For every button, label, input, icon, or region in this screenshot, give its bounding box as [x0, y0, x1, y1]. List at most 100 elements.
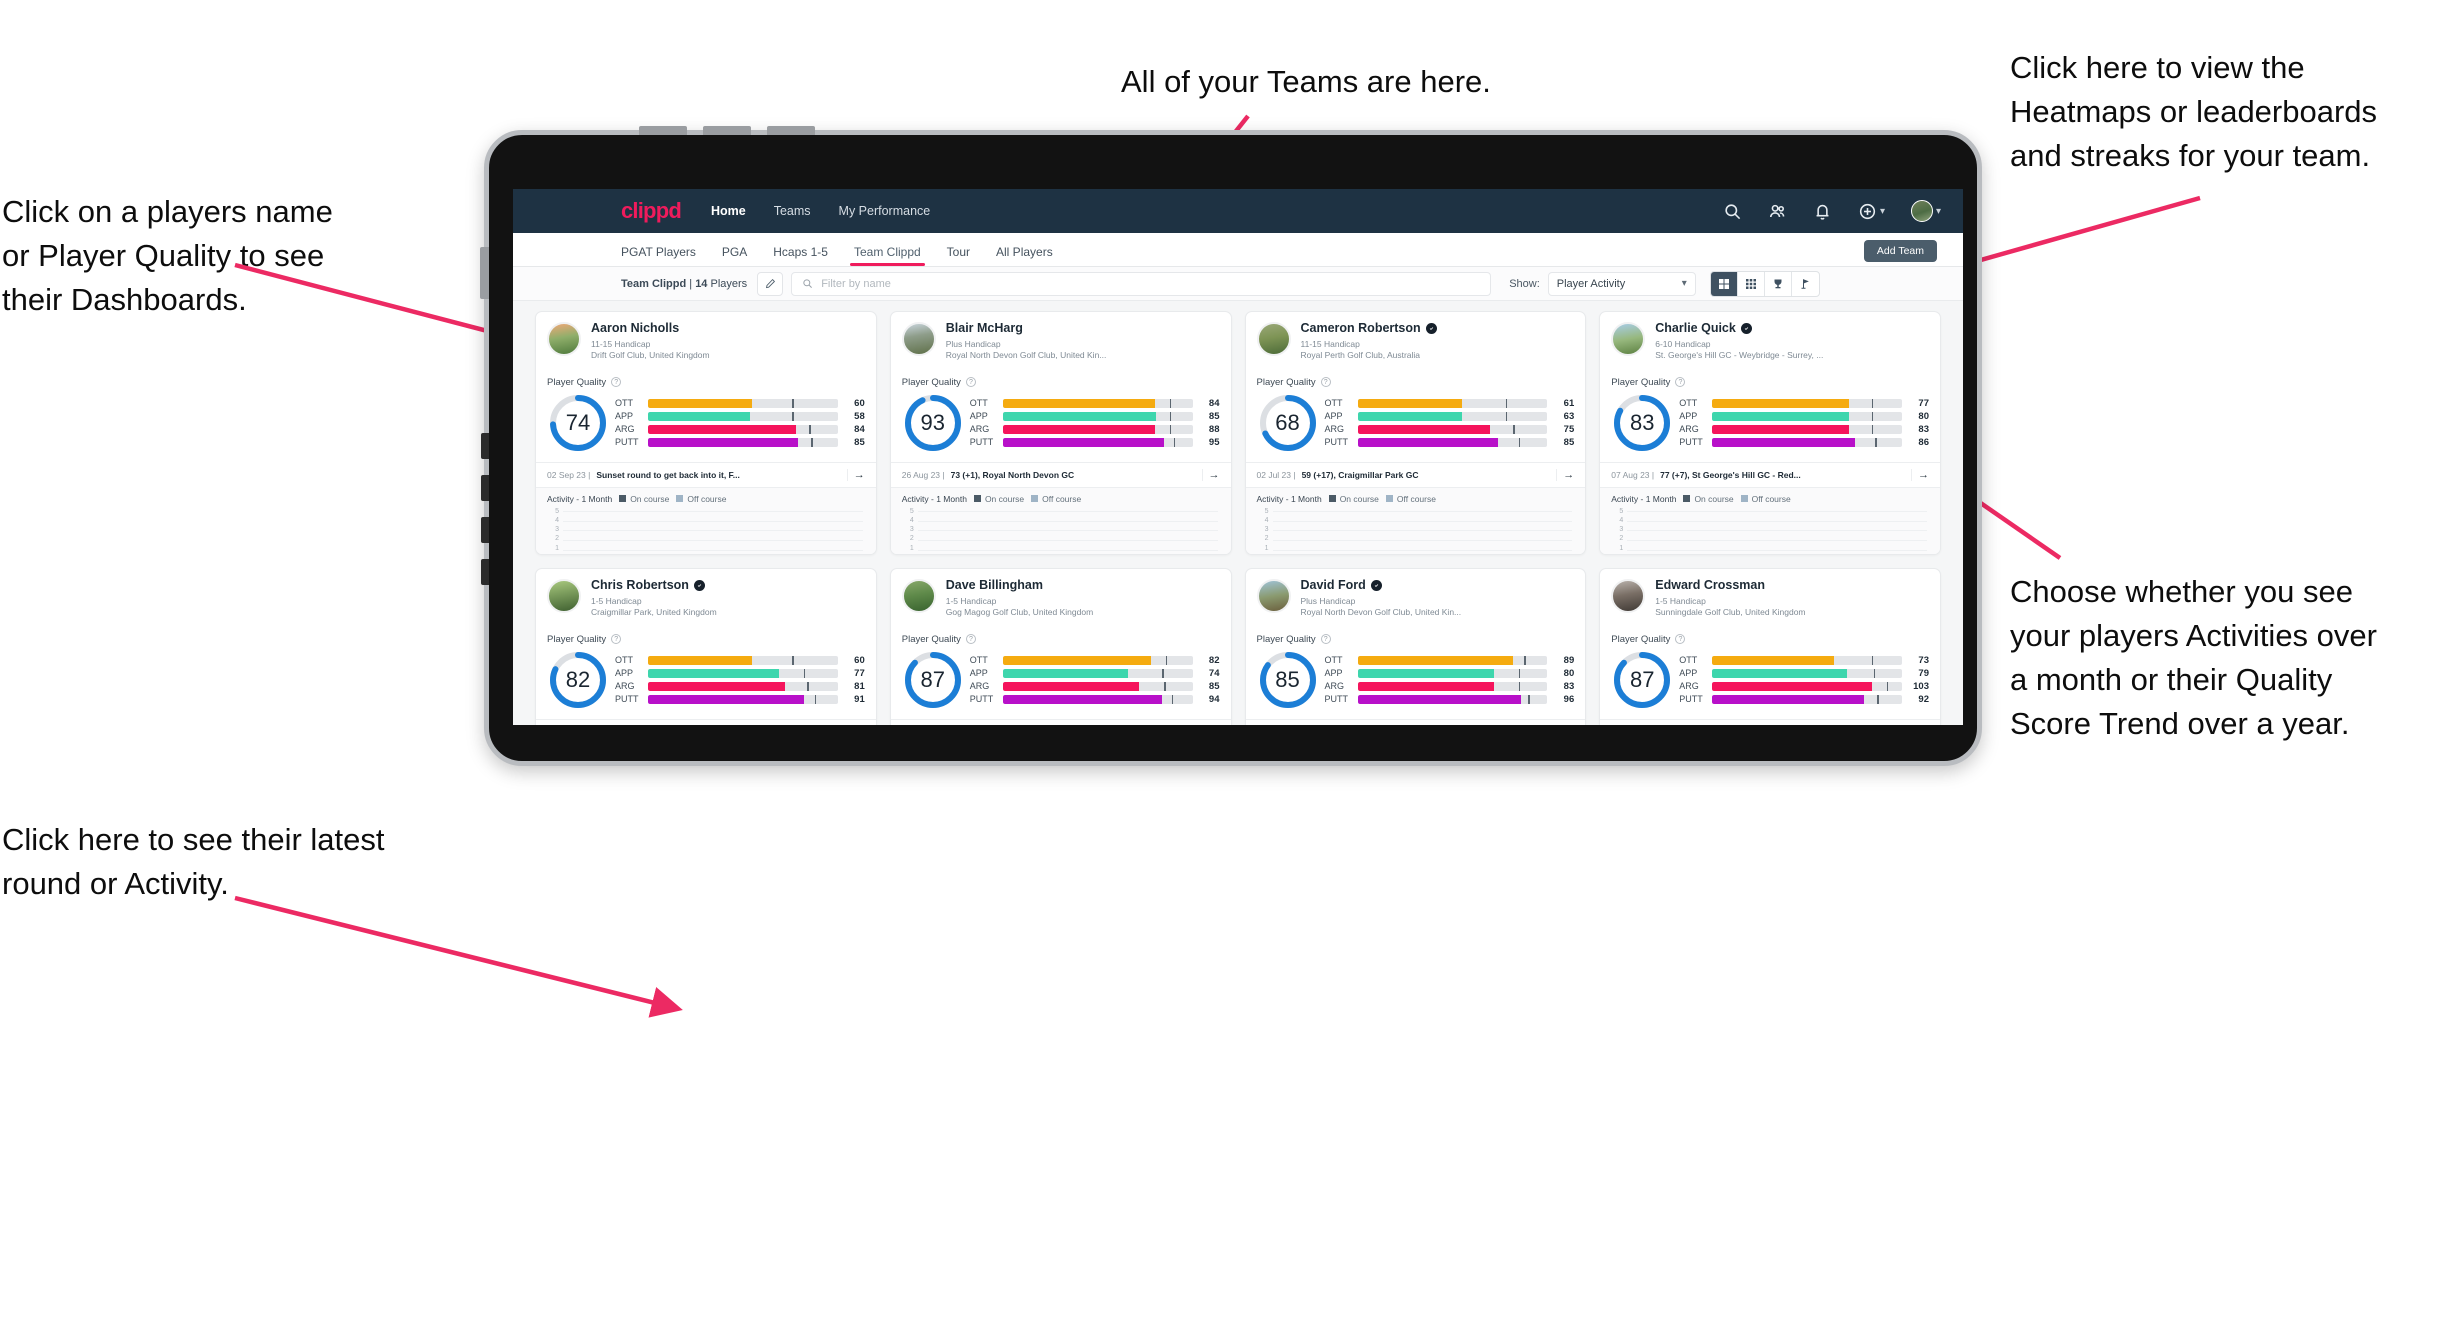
latest-round-row[interactable]: 18 Jul 23 |74 (+4), Sunningdale GC - Old…	[1600, 718, 1940, 725]
add-team-button[interactable]: Add Team	[1863, 240, 1937, 262]
player-name-row[interactable]: Blair McHarg	[946, 321, 1107, 336]
people-icon[interactable]	[1768, 202, 1787, 221]
nav-link-my-performance[interactable]: My Performance	[839, 204, 931, 218]
arrow-right-icon[interactable]: →	[846, 468, 865, 481]
edit-team-button[interactable]	[757, 271, 784, 296]
question-mark-icon[interactable]: ?	[1320, 634, 1331, 645]
avatar[interactable]	[1611, 579, 1646, 613]
avatar[interactable]	[1910, 200, 1933, 222]
player-name[interactable]: Cameron Robertson	[1301, 321, 1421, 336]
latest-round-row[interactable]: 26 Aug 23 |84 (+12), Royal North Devon G…	[1245, 718, 1586, 725]
player-name[interactable]: Aaron Nicholls	[591, 321, 679, 336]
player-card-header[interactable]: Blair McHarg Plus Handicap Royal North Dev…	[891, 312, 1231, 370]
view-mode-grid-small[interactable]	[1738, 271, 1765, 296]
tab-pgat-players[interactable]: PGAT Players	[621, 245, 696, 266]
avatar[interactable]	[1256, 579, 1291, 613]
nav-link-teams[interactable]: Teams	[774, 204, 811, 218]
player-name-row[interactable]: Dave Billingham	[946, 578, 1093, 593]
question-mark-icon[interactable]: ?	[1675, 634, 1686, 645]
player-quality-section[interactable]: Player Quality? 85 OTT 89 APP 80 ARG 83 PUTT 96	[1246, 627, 1586, 719]
player-name-row[interactable]: Aaron Nicholls	[591, 321, 710, 336]
player-card[interactable]: Edward Crossman 1-5 Handicap Sunningdale G…	[1599, 568, 1941, 725]
metric-value: 60	[854, 397, 865, 409]
avatar[interactable]	[547, 322, 581, 356]
chevron-down-icon: ▾	[1935, 205, 1941, 217]
avatar[interactable]	[547, 579, 581, 613]
player-card-header[interactable]: Edward Crossman 1-5 Handicap Sunningdale G…	[1600, 569, 1940, 627]
player-card[interactable]: Charlie Quick 6-10 Handicap St. George's H…	[1599, 311, 1941, 555]
player-name-row[interactable]: Charlie Quick	[1655, 321, 1823, 336]
player-card[interactable]: Chris Robertson 1-5 Handicap Craigmillar P…	[535, 568, 877, 725]
activity-section: Activity - 1 Month On course Off course 5 4 3…	[890, 486, 1231, 554]
player-name-row[interactable]: David Ford	[1301, 578, 1462, 593]
player-quality-section[interactable]: Player Quality? 74 OTT 60 APP 58 ARG 84 PUTT 85	[536, 370, 876, 462]
player-card[interactable]: Aaron Nicholls 11-15 Handicap Drift Golf C…	[535, 311, 877, 555]
player-card[interactable]: Dave Billingham 1-5 Handicap Gog Magog Gol…	[889, 568, 1232, 725]
player-quality-section[interactable]: Player Quality? 87 OTT 82 APP 74 ARG 85 PUTT 94	[891, 627, 1231, 719]
nav-link-home[interactable]: Home	[711, 204, 746, 218]
latest-round-row[interactable]: 02 Jul 23 | 59 (+17), Craigmillar Park GC…	[1245, 461, 1586, 487]
question-mark-icon[interactable]: ?	[965, 377, 976, 388]
view-mode-grid-large[interactable]	[1710, 271, 1738, 296]
clippd-logo[interactable]: clippd	[621, 198, 682, 224]
latest-round-row[interactable]: 07 Aug 23 | 77 (+7), St George's Hill GC …	[1600, 461, 1940, 487]
add-menu[interactable]: ▾	[1858, 202, 1885, 221]
search-input[interactable]: Filter by name	[791, 271, 1492, 296]
player-name-row[interactable]: Cameron Robertson	[1301, 321, 1437, 336]
metric-bar	[1357, 668, 1548, 678]
arrow-right-icon[interactable]: →	[1911, 468, 1929, 481]
arrow-right-icon[interactable]: →	[1556, 468, 1574, 481]
player-name[interactable]: David Ford	[1301, 578, 1366, 593]
player-quality-section[interactable]: Player Quality? 93 OTT 84 APP 85 ARG 88 PUTT 95	[891, 370, 1231, 462]
player-quality-section[interactable]: Player Quality? 82 OTT 60 APP 77 ARG 81 PUTT 91	[536, 627, 876, 719]
latest-round-row[interactable]: 05 Mar 23 |19, Must make putting→	[536, 718, 876, 725]
tab-tour[interactable]: Tour	[947, 245, 970, 266]
avatar[interactable]	[1256, 322, 1291, 356]
player-card-header[interactable]: David Ford Plus Handicap Royal North Devon…	[1246, 569, 1586, 627]
plus-circle-icon[interactable]	[1858, 202, 1877, 221]
player-name[interactable]: Chris Robertson	[591, 578, 689, 593]
player-name[interactable]: Blair McHarg	[946, 321, 1023, 336]
team-summary-label: Team Clippd | 14 Players	[621, 278, 747, 290]
player-card-header[interactable]: Dave Billingham 1-5 Handicap Gog Magog Gol…	[891, 569, 1231, 627]
metric-label: PUTT	[969, 694, 994, 705]
player-name-row[interactable]: Chris Robertson	[591, 578, 717, 593]
latest-round-row[interactable]: 02 Sep 23 | Sunset round to get back into…	[536, 461, 876, 487]
player-name[interactable]: Edward Crossman	[1655, 578, 1765, 593]
avatar[interactable]	[901, 322, 936, 356]
player-quality-section[interactable]: Player Quality? 68 OTT 61 APP 63 ARG 75 PUTT 85	[1246, 370, 1586, 462]
player-name[interactable]: Dave Billingham	[946, 578, 1043, 593]
tab-hcaps-1-5[interactable]: Hcaps 1-5	[773, 245, 828, 266]
tab-pga[interactable]: PGA	[722, 245, 747, 266]
question-mark-icon[interactable]: ?	[1675, 377, 1686, 388]
profile-menu[interactable]: ▾	[1910, 200, 1941, 222]
question-mark-icon[interactable]: ?	[611, 634, 622, 645]
avatar[interactable]	[901, 579, 936, 613]
player-card-header[interactable]: Charlie Quick 6-10 Handicap St. George's H…	[1600, 312, 1940, 370]
bell-icon[interactable]	[1813, 202, 1832, 221]
view-mode-leaderboard[interactable]	[1765, 271, 1792, 296]
player-card-header[interactable]: Chris Robertson 1-5 Handicap Craigmillar P…	[536, 569, 876, 627]
metric-row: APP 77	[615, 668, 865, 679]
latest-round-row[interactable]: 26 Aug 23 | 73 (+1), Royal North Devon GC…	[890, 461, 1231, 487]
show-select[interactable]: Player Activity ▾	[1547, 271, 1696, 296]
player-card[interactable]: Blair McHarg Plus Handicap Royal North Dev…	[889, 311, 1232, 555]
question-mark-icon[interactable]: ?	[1320, 377, 1331, 388]
tab-team-clippd[interactable]: Team Clippd	[849, 245, 925, 266]
player-card[interactable]: David Ford Plus Handicap Royal North Devon…	[1244, 568, 1587, 725]
player-card-header[interactable]: Aaron Nicholls 11-15 Handicap Drift Golf C…	[536, 312, 876, 370]
player-card-header[interactable]: Cameron Robertson 11-15 Handicap Royal Per…	[1246, 312, 1586, 370]
question-mark-icon[interactable]: ?	[965, 634, 976, 645]
player-name-row[interactable]: Edward Crossman	[1655, 578, 1805, 593]
latest-round-row[interactable]: 04 Sep 23 |Mobility with coach, Gym→	[890, 718, 1231, 725]
arrow-right-icon[interactable]: →	[1201, 468, 1220, 481]
avatar[interactable]	[1611, 322, 1646, 356]
player-card[interactable]: Cameron Robertson 11-15 Handicap Royal Per…	[1244, 311, 1587, 555]
view-mode-course[interactable]	[1792, 272, 1819, 296]
player-quality-section[interactable]: Player Quality? 83 OTT 77 APP 80 ARG 83 PUTT 86	[1600, 370, 1940, 462]
search-icon[interactable]	[1723, 202, 1742, 221]
player-quality-section[interactable]: Player Quality? 87 OTT 73 APP 79 ARG 103 PUTT 92	[1600, 627, 1940, 719]
question-mark-icon[interactable]: ?	[611, 377, 622, 388]
tab-all-players[interactable]: All Players	[996, 245, 1053, 266]
player-name[interactable]: Charlie Quick	[1655, 321, 1736, 336]
